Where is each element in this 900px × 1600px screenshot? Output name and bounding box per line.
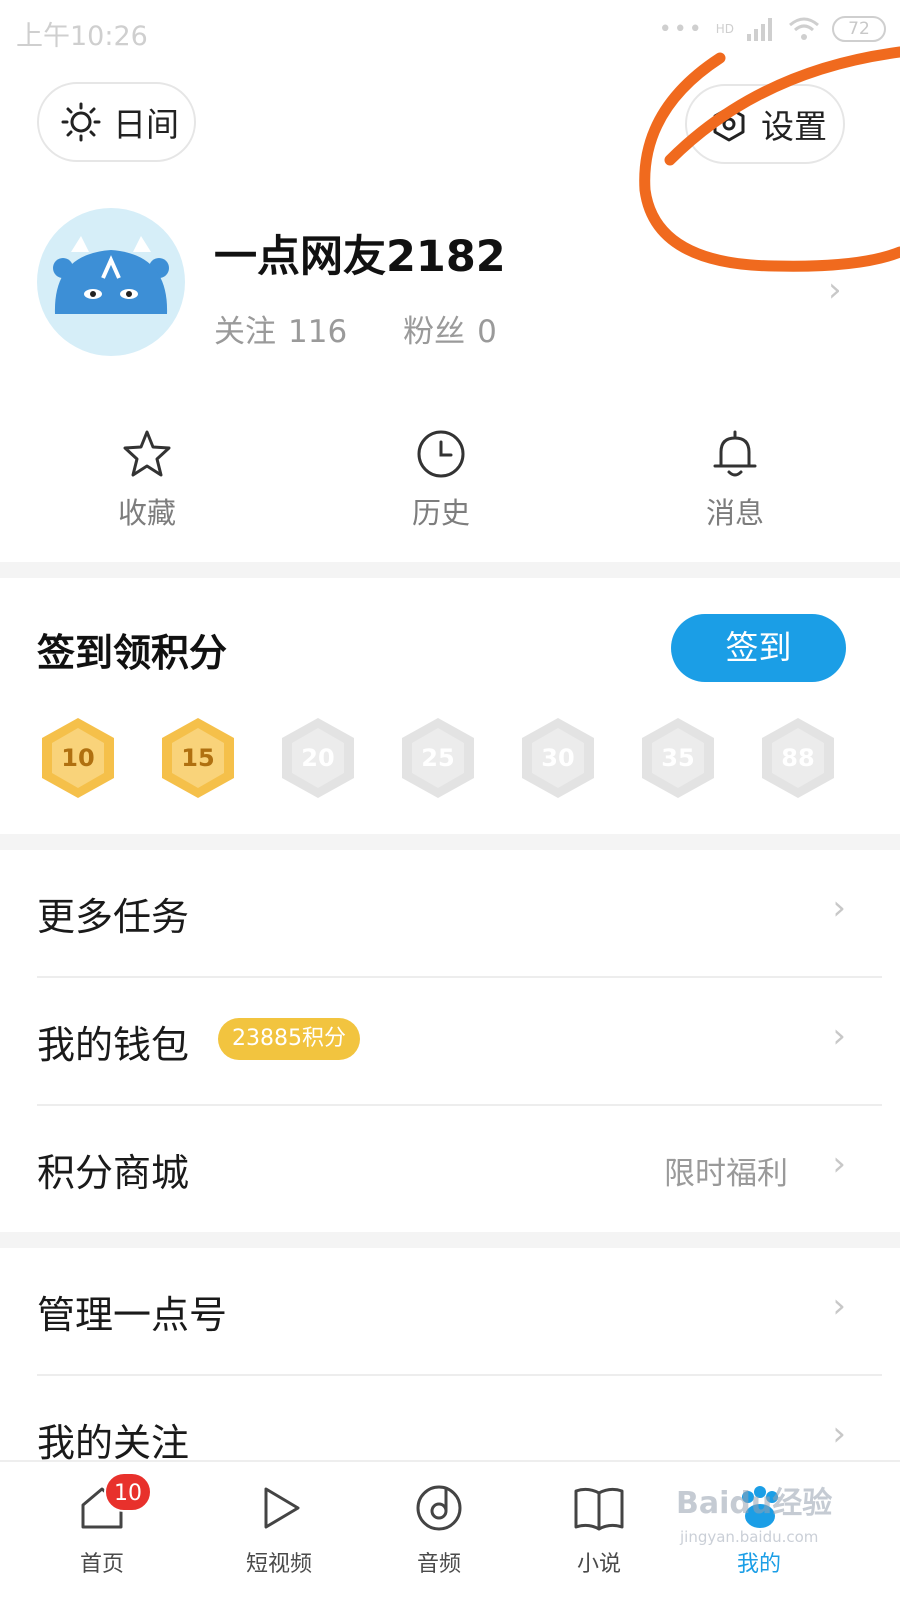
notification-badge: 10 bbox=[104, 1472, 152, 1512]
favorites-button[interactable]: 收藏 bbox=[67, 420, 227, 532]
wifi-icon bbox=[789, 17, 819, 40]
tab-home[interactable]: 10 首页 bbox=[42, 1472, 162, 1578]
settings-button[interactable]: 设置 bbox=[685, 84, 845, 164]
day-mode-label: 日间 bbox=[113, 105, 179, 144]
checkin-title: 签到领积分 bbox=[37, 631, 228, 675]
messages-button[interactable]: 消息 bbox=[655, 420, 815, 532]
status-icons: ••• HD 72 bbox=[659, 16, 886, 42]
coin-value: 30 bbox=[541, 744, 575, 772]
settings-label: 设置 bbox=[761, 107, 827, 146]
history-label: 历史 bbox=[411, 496, 470, 530]
checkin-coin: 30 bbox=[520, 716, 596, 800]
annotation-circle bbox=[639, 46, 900, 272]
chevron-right-icon: › bbox=[832, 1414, 846, 1454]
profile-stats: 关注 116 粉丝 0 bbox=[214, 306, 497, 351]
checkin-coin: 88 bbox=[760, 716, 836, 800]
coin-value: 15 bbox=[181, 744, 215, 772]
checkin-button[interactable]: 签到 bbox=[671, 614, 846, 682]
tab-audio[interactable]: 音频 bbox=[379, 1476, 499, 1578]
fans-count: 0 bbox=[477, 314, 497, 350]
avatar-mascot-icon bbox=[53, 236, 169, 314]
points-mall-label: 积分商城 bbox=[37, 1151, 190, 1195]
chevron-right-icon: › bbox=[832, 1286, 846, 1326]
section-divider bbox=[0, 834, 900, 850]
manage-account-row[interactable]: 管理一点号 › bbox=[0, 1248, 900, 1376]
hd-label: HD bbox=[715, 22, 734, 36]
fans-label: 粉丝 bbox=[403, 314, 466, 350]
history-button[interactable]: 历史 bbox=[361, 420, 521, 532]
following-stat[interactable]: 关注 116 bbox=[214, 306, 347, 351]
coin-value: 10 bbox=[61, 744, 95, 772]
checkin-coin: 20 bbox=[280, 716, 356, 800]
signal-icon bbox=[747, 18, 772, 41]
chevron-right-icon: › bbox=[832, 888, 846, 928]
limited-offer-text: 限时福利 bbox=[664, 1156, 788, 1192]
chevron-right-icon: › bbox=[832, 1016, 846, 1056]
checkin-coin: 10 bbox=[40, 716, 116, 800]
audio-disc-icon bbox=[416, 1485, 462, 1531]
wallet-label: 我的钱包 bbox=[37, 1023, 190, 1067]
tab-mine-label: 我的 bbox=[736, 1552, 781, 1577]
book-icon bbox=[574, 1487, 624, 1531]
checkin-coin: 15 bbox=[160, 716, 236, 800]
tab-short-video[interactable]: 短视频 bbox=[219, 1476, 339, 1578]
baidu-watermark: Baidu经验 bbox=[676, 1486, 833, 1521]
coin-value: 88 bbox=[781, 744, 815, 772]
bell-icon bbox=[713, 430, 757, 477]
tab-home-label: 首页 bbox=[79, 1552, 124, 1577]
chevron-right-icon: › bbox=[832, 1144, 846, 1184]
play-icon bbox=[264, 1487, 300, 1529]
clock-icon bbox=[417, 430, 465, 478]
checkin-coin: 25 bbox=[400, 716, 476, 800]
star-icon bbox=[123, 430, 171, 477]
favorites-label: 收藏 bbox=[117, 496, 176, 530]
fans-stat[interactable]: 粉丝 0 bbox=[403, 306, 497, 351]
avatar[interactable] bbox=[37, 208, 185, 356]
status-bar: 上午10:26 ••• HD 72 bbox=[0, 0, 900, 62]
signal-dots-icon: ••• bbox=[658, 16, 704, 42]
tab-short-video-label: 短视频 bbox=[245, 1552, 312, 1577]
wallet-row[interactable]: 我的钱包 23885积分 › bbox=[0, 978, 900, 1106]
manage-account-label: 管理一点号 bbox=[37, 1293, 228, 1337]
more-tasks-label: 更多任务 bbox=[37, 895, 190, 939]
following-label: 关注 bbox=[214, 314, 276, 350]
profile-chevron-icon[interactable]: › bbox=[828, 270, 842, 310]
coin-value: 20 bbox=[301, 744, 335, 772]
points-mall-row[interactable]: 积分商城 限时福利 › bbox=[0, 1106, 900, 1234]
tab-novel[interactable]: 小说 bbox=[539, 1476, 659, 1578]
messages-label: 消息 bbox=[705, 496, 764, 530]
section-divider bbox=[0, 562, 900, 578]
section-divider bbox=[0, 1232, 900, 1248]
tab-novel-label: 小说 bbox=[576, 1552, 621, 1577]
username[interactable]: 一点网友2182 bbox=[214, 222, 506, 284]
checkin-coin: 35 bbox=[640, 716, 716, 800]
status-time: 上午10:26 bbox=[16, 21, 148, 52]
baidu-watermark-url: jingyan.baidu.com bbox=[680, 1528, 819, 1546]
coin-value: 25 bbox=[421, 744, 455, 772]
tab-audio-label: 音频 bbox=[416, 1552, 461, 1577]
points-badge: 23885积分 bbox=[218, 1018, 360, 1060]
following-count: 116 bbox=[288, 314, 348, 350]
gear-icon bbox=[713, 106, 745, 142]
more-tasks-row[interactable]: 更多任务 › bbox=[0, 850, 900, 978]
day-mode-button[interactable]: 日间 bbox=[37, 82, 196, 162]
battery-indicator: 72 bbox=[832, 16, 886, 42]
checkin-coins: 10 15 20 25 30 35 88 bbox=[40, 716, 840, 800]
sun-icon bbox=[61, 102, 101, 142]
coin-value: 35 bbox=[661, 744, 695, 772]
my-follows-label: 我的关注 bbox=[37, 1421, 190, 1465]
